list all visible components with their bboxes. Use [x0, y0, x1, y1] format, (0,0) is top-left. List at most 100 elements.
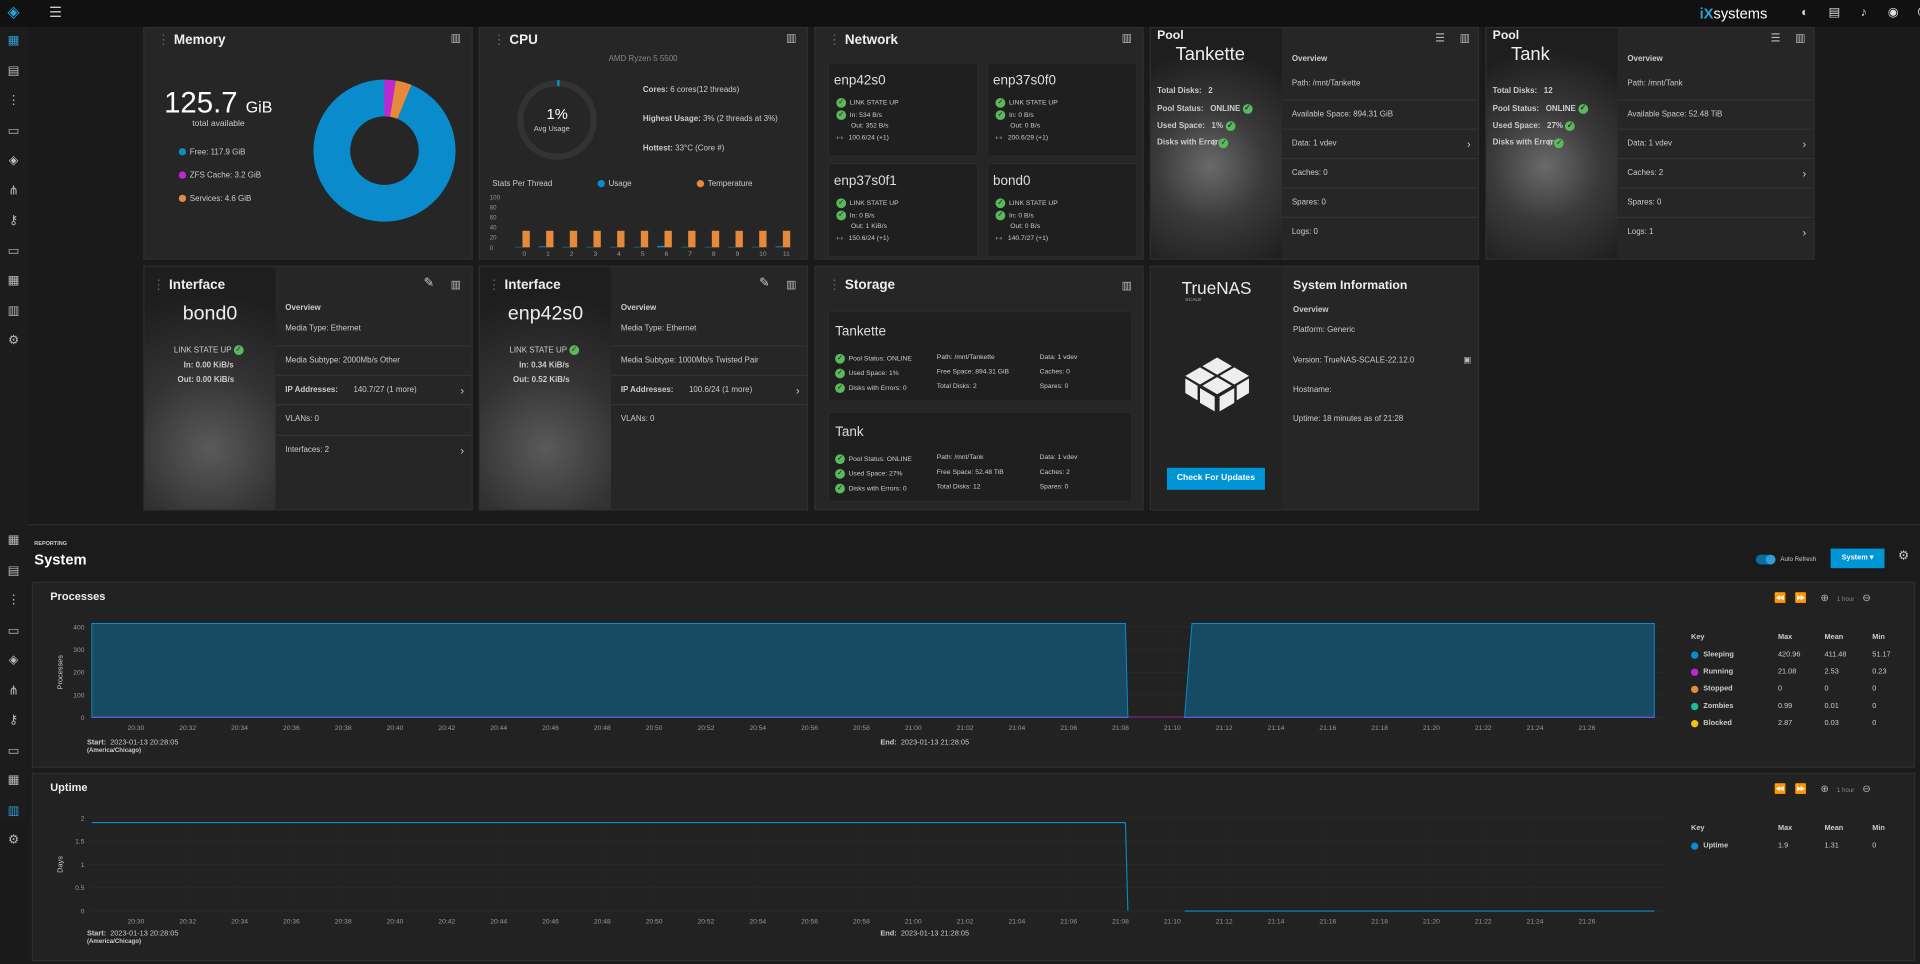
edit-pencil-icon[interactable]: ✎ [759, 277, 769, 290]
reporting-icon[interactable]: ▥ [0, 797, 27, 827]
system-settings-icon[interactable]: ⚙ [0, 327, 27, 357]
shares-icon[interactable]: ▭ [0, 117, 27, 147]
report-icon[interactable]: ▥ [451, 32, 461, 45]
zoom-in-icon[interactable]: ⊕ [1820, 593, 1828, 604]
network-iface-bond0[interactable]: bond0 ✓ LINK STATE UP ✓ In: 0 B/s Out: 0 B… [986, 162, 1138, 258]
media-type: Media Type: Ethernet [285, 324, 361, 334]
cpu-temp-bar [593, 230, 601, 248]
zoom-out-icon[interactable]: ⊖ [1862, 593, 1870, 604]
chevron-right-icon[interactable]: › [1802, 130, 1806, 159]
database-icon[interactable]: ☰ [1435, 32, 1445, 45]
report-icon[interactable]: ▥ [786, 32, 796, 45]
pool-available: Available Space: 52.48 TiB [1617, 99, 1814, 128]
breadcrumb[interactable]: REPORTING [34, 540, 67, 546]
truecommand-icon[interactable]: ◐ [1790, 2, 1819, 24]
interfaces-row[interactable]: Interfaces: 2 › [275, 434, 472, 465]
cpu-thread-label: 9 [736, 251, 740, 256]
fast-forward-icon[interactable]: ⏩ [1795, 593, 1807, 604]
pool-data-row[interactable]: Data: 1 vdev › [1617, 128, 1814, 159]
apps-icon[interactable]: ▦ [0, 767, 27, 797]
chevron-right-icon[interactable]: › [796, 376, 800, 405]
datasets-icon[interactable]: ⋮ [0, 87, 27, 117]
ip-addresses-row[interactable]: IP Addresses: 100.6/24 (1 more) › [611, 374, 807, 405]
system-settings-icon[interactable]: ⚙ [0, 827, 27, 857]
network-icon[interactable]: ⋔ [0, 177, 27, 207]
chevron-right-icon[interactable]: › [1802, 218, 1806, 247]
xtick-label: 21:18 [1371, 918, 1388, 925]
storage-pool-caches: Caches: 0 [1039, 368, 1070, 376]
reporting-icon[interactable]: ▥ [0, 297, 27, 327]
dashboard-icon[interactable]: ▦ [0, 27, 27, 57]
datasets-icon[interactable]: ⋮ [0, 587, 27, 617]
rewind-icon[interactable]: ⏪ [1774, 593, 1786, 604]
chevron-right-icon[interactable]: › [1802, 159, 1806, 188]
data-protection-icon[interactable]: ◈ [0, 647, 27, 677]
network-iface-enp42s0[interactable]: enp42s0 ✓ LINK STATE UP ✓ In: 534 B/s Out:… [827, 62, 979, 157]
check-for-updates-button[interactable]: Check For Updates [1166, 467, 1265, 490]
chevron-right-icon[interactable]: › [460, 436, 464, 465]
dashboard-icon[interactable]: ▦ [0, 527, 27, 557]
legend-zfs: ZFS Cache: 3.2 GiB [178, 171, 261, 180]
network-iface-enp37s0f0[interactable]: enp37s0f0 ✓ LINK STATE UP ✓ In: 0 B/s Out:… [986, 62, 1138, 157]
ip-addresses-row[interactable]: IP Addresses: 140.7/27 (1 more) › [275, 374, 472, 405]
report-icon[interactable]: ▥ [786, 278, 796, 291]
cpu-temp-bar [782, 230, 791, 248]
auto-refresh-toggle[interactable] [1755, 554, 1776, 565]
settings-gear-icon[interactable]: ⚙ [1898, 550, 1909, 563]
pool-status: Pool Status: ONLINE ✓ [1157, 104, 1253, 114]
overview-label: Overview [1291, 55, 1328, 64]
chevron-right-icon[interactable]: › [1467, 130, 1471, 159]
cpu-hottest: Hottest: 33°C (Core #) [643, 144, 724, 153]
pool-logs-row[interactable]: Logs: 1 › [1617, 216, 1814, 247]
uptime-field: Uptime: 18 minutes as of 21:28 [1293, 415, 1404, 424]
menu-toggle-icon[interactable]: ☰ [49, 4, 62, 21]
cores-label: Cores: [642, 85, 669, 95]
database-icon[interactable]: ☰ [1771, 32, 1781, 45]
report-icon[interactable]: ▥ [451, 278, 461, 291]
chevron-right-icon[interactable]: › [460, 376, 464, 405]
shares-icon[interactable]: ▭ [0, 617, 27, 647]
ylabel: Processes [55, 655, 64, 690]
storage-icon[interactable]: ▤ [0, 57, 27, 87]
report-icon[interactable]: ▥ [1122, 32, 1132, 45]
truenas-logo-icon[interactable]: ◈ [7, 2, 29, 22]
virtualization-icon[interactable]: ▭ [0, 237, 27, 267]
report-icon[interactable]: ▥ [1122, 279, 1132, 292]
media-type: Media Type: Ethernet [620, 324, 697, 334]
pool-logs-row[interactable]: Logs: 0 [1282, 216, 1478, 246]
network-icon[interactable]: ⋔ [0, 677, 27, 707]
pool-available: Available Space: 894.31 GiB [1282, 99, 1478, 128]
credentials-icon[interactable]: ⚷ [0, 207, 27, 237]
apps-icon[interactable]: ▦ [0, 267, 27, 297]
storage-pool-tank[interactable]: Tank ✓ Pool Status: ONLINE ✓ Used Space: 2… [827, 411, 1133, 503]
storage-pool-disks: Total Disks: 12 [936, 483, 981, 492]
report-icon[interactable]: ▥ [1460, 32, 1470, 45]
interface-in: In: 0.34 KiB/s [519, 361, 570, 370]
bell-icon[interactable]: ♪ [1849, 2, 1878, 24]
zoom-out-icon[interactable]: ⊖ [1862, 784, 1870, 795]
virtualization-icon[interactable]: ▭ [0, 737, 27, 767]
storage-pool-tankette[interactable]: Tankette ✓ Pool Status: ONLINE ✓ Used Spac… [827, 311, 1133, 402]
zoom-in-icon[interactable]: ⊕ [1820, 784, 1828, 795]
reporting-panel: REPORTING System Auto Refresh System ▾ ⚙… [26, 524, 1920, 964]
iface-state: ✓ LINK STATE UP [836, 97, 899, 108]
xtick-label: 20:48 [594, 918, 611, 925]
storage-icon[interactable]: ▤ [0, 557, 27, 587]
chart-plot: 400 300 200 100 0 20:30 20:32 20:34 20:36 20:38 20… [55, 623, 1665, 732]
pool-caches-row[interactable]: Caches: 2 › [1617, 157, 1814, 188]
copy-icon[interactable]: ▣ [1463, 355, 1471, 365]
pool-caches-row[interactable]: Caches: 0 [1282, 157, 1478, 187]
power-icon[interactable]: ⏻ [1908, 2, 1920, 24]
xtick-label: 20:32 [179, 725, 196, 732]
credentials-icon[interactable]: ⚷ [0, 707, 27, 737]
data-protection-icon[interactable]: ◈ [0, 147, 27, 177]
pool-data-row[interactable]: Data: 1 vdev › [1282, 128, 1478, 159]
clipboard-icon[interactable]: ▤ [1820, 2, 1849, 24]
rewind-icon[interactable]: ⏪ [1774, 784, 1786, 795]
fast-forward-icon[interactable]: ⏩ [1795, 784, 1807, 795]
account-icon[interactable]: ◉ [1878, 2, 1907, 24]
edit-pencil-icon[interactable]: ✎ [424, 277, 434, 290]
report-icon[interactable]: ▥ [1795, 32, 1805, 45]
network-iface-enp37s0f1[interactable]: enp37s0f1 ✓ LINK STATE UP ✓ In: 0 B/s Out:… [827, 162, 979, 258]
report-select[interactable]: System ▾ [1830, 548, 1885, 569]
